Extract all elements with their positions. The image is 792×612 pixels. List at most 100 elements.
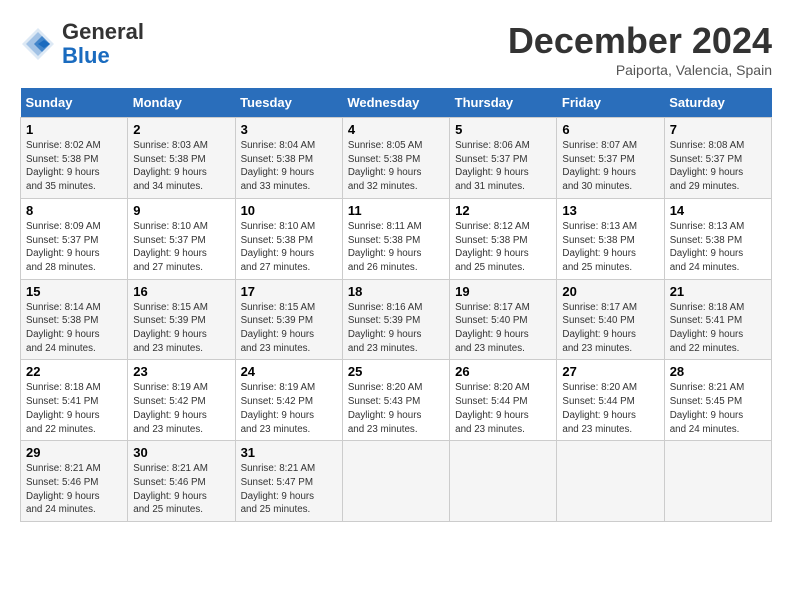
calendar-header-saturday: Saturday bbox=[664, 88, 771, 118]
day-info: Sunrise: 8:21 AM Sunset: 5:46 PM Dayligh… bbox=[26, 462, 122, 517]
calendar-cell: 27 Sunrise: 8:20 AM Sunset: 5:44 PM Dayli… bbox=[557, 360, 664, 441]
calendar-cell: 25 Sunrise: 8:20 AM Sunset: 5:43 PM Dayli… bbox=[342, 360, 449, 441]
calendar-cell: 12 Sunrise: 8:12 AM Sunset: 5:38 PM Dayli… bbox=[450, 198, 557, 279]
day-number: 6 bbox=[562, 122, 658, 137]
calendar-cell: 29 Sunrise: 8:21 AM Sunset: 5:46 PM Dayli… bbox=[21, 441, 128, 522]
calendar-cell bbox=[557, 441, 664, 522]
calendar-cell: 4 Sunrise: 8:05 AM Sunset: 5:38 PM Daylig… bbox=[342, 118, 449, 199]
day-info: Sunrise: 8:13 AM Sunset: 5:38 PM Dayligh… bbox=[670, 220, 766, 275]
calendar-cell: 21 Sunrise: 8:18 AM Sunset: 5:41 PM Dayli… bbox=[664, 279, 771, 360]
day-info: Sunrise: 8:06 AM Sunset: 5:37 PM Dayligh… bbox=[455, 139, 551, 194]
calendar-cell bbox=[342, 441, 449, 522]
day-number: 25 bbox=[348, 364, 444, 379]
calendar-week-5: 29 Sunrise: 8:21 AM Sunset: 5:46 PM Dayli… bbox=[21, 441, 772, 522]
calendar-cell: 23Sunrise: 8:19 AM Sunset: 5:42 PM Dayli… bbox=[128, 360, 235, 441]
calendar-cell: 16 Sunrise: 8:15 AM Sunset: 5:39 PM Dayli… bbox=[128, 279, 235, 360]
day-number: 19 bbox=[455, 284, 551, 299]
day-info: Sunrise: 8:11 AM Sunset: 5:38 PM Dayligh… bbox=[348, 220, 444, 275]
day-info: Sunrise: 8:21 AM Sunset: 5:47 PM Dayligh… bbox=[241, 462, 337, 517]
calendar-cell: 5 Sunrise: 8:06 AM Sunset: 5:37 PM Daylig… bbox=[450, 118, 557, 199]
calendar-table: SundayMondayTuesdayWednesdayThursdayFrid… bbox=[20, 88, 772, 522]
day-number: 31 bbox=[241, 445, 337, 460]
calendar-cell: 2Sunrise: 8:03 AM Sunset: 5:38 PM Daylig… bbox=[128, 118, 235, 199]
day-info: Sunrise: 8:09 AM Sunset: 5:37 PM Dayligh… bbox=[26, 220, 122, 275]
day-number: 29 bbox=[26, 445, 122, 460]
calendar-cell: 22 Sunrise: 8:18 AM Sunset: 5:41 PM Dayli… bbox=[21, 360, 128, 441]
calendar-header-monday: Monday bbox=[128, 88, 235, 118]
day-number: 22 bbox=[26, 364, 122, 379]
calendar-header-wednesday: Wednesday bbox=[342, 88, 449, 118]
day-number: 28 bbox=[670, 364, 766, 379]
day-info: Sunrise: 8:12 AM Sunset: 5:38 PM Dayligh… bbox=[455, 220, 551, 275]
day-info: Sunrise: 8:18 AM Sunset: 5:41 PM Dayligh… bbox=[26, 381, 122, 436]
month-title: December 2024 bbox=[508, 20, 772, 62]
day-number: 10 bbox=[241, 203, 337, 218]
day-info: Sunrise: 8:18 AM Sunset: 5:41 PM Dayligh… bbox=[670, 301, 766, 356]
day-number: 17 bbox=[241, 284, 337, 299]
calendar-cell: 8 Sunrise: 8:09 AM Sunset: 5:37 PM Daylig… bbox=[21, 198, 128, 279]
day-info: Sunrise: 8:10 AM Sunset: 5:37 PM Dayligh… bbox=[133, 220, 229, 275]
day-number: 30 bbox=[133, 445, 229, 460]
calendar-cell bbox=[664, 441, 771, 522]
calendar-cell: 15 Sunrise: 8:14 AM Sunset: 5:38 PM Dayli… bbox=[21, 279, 128, 360]
calendar-cell: 3Sunrise: 8:04 AM Sunset: 5:38 PM Daylig… bbox=[235, 118, 342, 199]
day-number: 18 bbox=[348, 284, 444, 299]
calendar-week-2: 8 Sunrise: 8:09 AM Sunset: 5:37 PM Daylig… bbox=[21, 198, 772, 279]
day-info: Sunrise: 8:05 AM Sunset: 5:38 PM Dayligh… bbox=[348, 139, 444, 194]
day-info: Sunrise: 8:08 AM Sunset: 5:37 PM Dayligh… bbox=[670, 139, 766, 194]
day-info: Sunrise: 8:21 AM Sunset: 5:46 PM Dayligh… bbox=[133, 462, 229, 517]
day-info: Sunrise: 8:20 AM Sunset: 5:44 PM Dayligh… bbox=[455, 381, 551, 436]
location: Paiporta, Valencia, Spain bbox=[508, 62, 772, 78]
day-info: Sunrise: 8:16 AM Sunset: 5:39 PM Dayligh… bbox=[348, 301, 444, 356]
day-number: 26 bbox=[455, 364, 551, 379]
day-number: 15 bbox=[26, 284, 122, 299]
day-number: 16 bbox=[133, 284, 229, 299]
day-number: 12 bbox=[455, 203, 551, 218]
calendar-header-thursday: Thursday bbox=[450, 88, 557, 118]
calendar-cell: 7Sunrise: 8:08 AM Sunset: 5:37 PM Daylig… bbox=[664, 118, 771, 199]
day-number: 27 bbox=[562, 364, 658, 379]
calendar-header-row: SundayMondayTuesdayWednesdayThursdayFrid… bbox=[21, 88, 772, 118]
calendar-cell: 1 Sunrise: 8:02 AM Sunset: 5:38 PM Daylig… bbox=[21, 118, 128, 199]
day-info: Sunrise: 8:15 AM Sunset: 5:39 PM Dayligh… bbox=[133, 301, 229, 356]
day-info: Sunrise: 8:02 AM Sunset: 5:38 PM Dayligh… bbox=[26, 139, 122, 194]
calendar-cell: 20 Sunrise: 8:17 AM Sunset: 5:40 PM Dayli… bbox=[557, 279, 664, 360]
calendar-cell: 31 Sunrise: 8:21 AM Sunset: 5:47 PM Dayli… bbox=[235, 441, 342, 522]
day-number: 2 bbox=[133, 122, 229, 137]
calendar-header-friday: Friday bbox=[557, 88, 664, 118]
day-info: Sunrise: 8:20 AM Sunset: 5:43 PM Dayligh… bbox=[348, 381, 444, 436]
day-info: Sunrise: 8:14 AM Sunset: 5:38 PM Dayligh… bbox=[26, 301, 122, 356]
calendar-cell: 9 Sunrise: 8:10 AM Sunset: 5:37 PM Daylig… bbox=[128, 198, 235, 279]
calendar-cell: 13Sunrise: 8:13 AM Sunset: 5:38 PM Dayli… bbox=[557, 198, 664, 279]
logo-text: General Blue bbox=[62, 20, 144, 68]
day-number: 21 bbox=[670, 284, 766, 299]
day-info: Sunrise: 8:17 AM Sunset: 5:40 PM Dayligh… bbox=[562, 301, 658, 356]
day-info: Sunrise: 8:19 AM Sunset: 5:42 PM Dayligh… bbox=[241, 381, 337, 436]
calendar-cell: 18 Sunrise: 8:16 AM Sunset: 5:39 PM Dayli… bbox=[342, 279, 449, 360]
calendar-cell bbox=[450, 441, 557, 522]
calendar-header-sunday: Sunday bbox=[21, 88, 128, 118]
calendar-cell: 28Sunrise: 8:21 AM Sunset: 5:45 PM Dayli… bbox=[664, 360, 771, 441]
title-area: December 2024 Paiporta, Valencia, Spain bbox=[508, 20, 772, 78]
calendar-cell: 17 Sunrise: 8:15 AM Sunset: 5:39 PM Dayli… bbox=[235, 279, 342, 360]
day-number: 5 bbox=[455, 122, 551, 137]
logo-icon bbox=[20, 26, 56, 62]
day-info: Sunrise: 8:07 AM Sunset: 5:37 PM Dayligh… bbox=[562, 139, 658, 194]
calendar-cell: 19 Sunrise: 8:17 AM Sunset: 5:40 PM Dayli… bbox=[450, 279, 557, 360]
calendar-header-tuesday: Tuesday bbox=[235, 88, 342, 118]
day-info: Sunrise: 8:15 AM Sunset: 5:39 PM Dayligh… bbox=[241, 301, 337, 356]
day-number: 9 bbox=[133, 203, 229, 218]
calendar-cell: 10Sunrise: 8:10 AM Sunset: 5:38 PM Dayli… bbox=[235, 198, 342, 279]
calendar-cell: 14Sunrise: 8:13 AM Sunset: 5:38 PM Dayli… bbox=[664, 198, 771, 279]
day-number: 1 bbox=[26, 122, 122, 137]
day-number: 24 bbox=[241, 364, 337, 379]
day-info: Sunrise: 8:17 AM Sunset: 5:40 PM Dayligh… bbox=[455, 301, 551, 356]
day-info: Sunrise: 8:20 AM Sunset: 5:44 PM Dayligh… bbox=[562, 381, 658, 436]
day-number: 4 bbox=[348, 122, 444, 137]
calendar-week-3: 15 Sunrise: 8:14 AM Sunset: 5:38 PM Dayli… bbox=[21, 279, 772, 360]
day-number: 8 bbox=[26, 203, 122, 218]
day-number: 20 bbox=[562, 284, 658, 299]
day-info: Sunrise: 8:19 AM Sunset: 5:42 PM Dayligh… bbox=[133, 381, 229, 436]
calendar-cell: 24 Sunrise: 8:19 AM Sunset: 5:42 PM Dayli… bbox=[235, 360, 342, 441]
header: General Blue December 2024 Paiporta, Val… bbox=[20, 20, 772, 78]
